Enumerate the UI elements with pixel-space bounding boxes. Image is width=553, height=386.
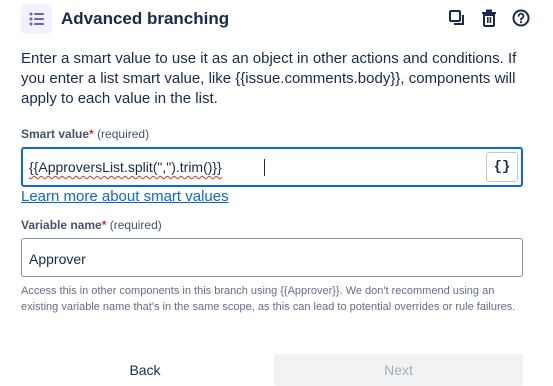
- smart-value-label: Smart value* (required): [21, 127, 149, 141]
- required-text: (required): [109, 218, 162, 232]
- list-icon: [21, 4, 52, 34]
- panel-header: Advanced branching: [21, 4, 531, 34]
- next-button[interactable]: Next: [274, 354, 523, 386]
- required-asterisk: *: [89, 127, 94, 141]
- back-button[interactable]: Back: [21, 354, 269, 386]
- variable-name-label-text: Variable name: [21, 218, 102, 232]
- insert-smart-value-button[interactable]: {}: [486, 152, 518, 182]
- learn-more-link[interactable]: Learn more about smart values: [21, 188, 229, 205]
- header-actions: [447, 8, 531, 28]
- panel-title: Advanced branching: [61, 9, 230, 28]
- variable-name-label: Variable name* (required): [21, 218, 162, 232]
- trash-icon[interactable]: [479, 8, 499, 28]
- branching-description: Enter a smart value to use it as an obje…: [21, 50, 517, 107]
- smart-value-input[interactable]: {{ApproversList.split(",").trim()}} {}: [21, 147, 523, 187]
- text-caret: [264, 159, 265, 176]
- variable-name-input[interactable]: Approver: [21, 238, 523, 277]
- smart-value-label-text: Smart value: [21, 127, 90, 141]
- variable-name-text[interactable]: Approver: [29, 251, 86, 267]
- help-icon[interactable]: [511, 8, 531, 28]
- copy-icon[interactable]: [447, 8, 467, 28]
- variable-name-helper-text: Access this in other components in this …: [21, 285, 516, 313]
- required-asterisk: *: [101, 218, 107, 232]
- smart-value-text[interactable]: {{ApproversList.split(",").trim()}}: [29, 159, 222, 175]
- advanced-branching-panel: Advanced branching Enter a smart value t…: [0, 0, 553, 386]
- required-text: (required): [97, 127, 150, 141]
